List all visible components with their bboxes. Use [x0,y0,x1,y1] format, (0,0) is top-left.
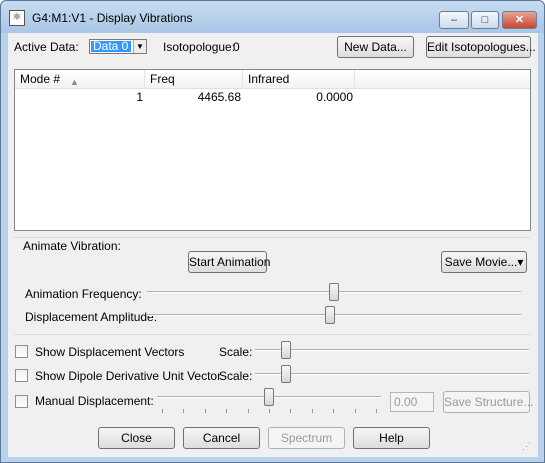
column-header-freq[interactable]: Freq [145,70,243,89]
isotopologue-value: 0 [233,40,240,54]
table-row[interactable]: 1 4465.68 0.0000 [15,89,530,106]
dipole-scale-slider[interactable] [281,365,292,383]
animation-frequency-label: Animation Frequency: [25,287,142,301]
slider-tick [290,409,292,413]
dipole-scale-label: Scale: [219,369,253,383]
cell-mode: 1 [136,90,143,104]
slider-tick [183,409,185,413]
manual-displacement-label: Manual Displacement: [35,394,154,408]
active-data-value: Data 0 [91,40,131,52]
help-button[interactable]: Help [353,427,430,449]
displacement-scale-slider[interactable] [281,341,292,359]
slider-tick [354,409,356,413]
manual-displacement-value-field[interactable]: 0.00 [390,392,434,412]
slider-tick [204,409,206,413]
new-data-button[interactable]: New Data... [337,36,414,58]
minimize-button[interactable]: – [439,11,469,29]
maximize-button[interactable]: □ [471,11,499,29]
column-header-infrared[interactable]: Infrared [243,70,355,89]
cancel-button[interactable]: Cancel [183,427,260,449]
vibration-modes-table[interactable]: Mode # ▲ Freq Infrared 1 4465.68 0.0000 [14,69,531,231]
show-dipole-derivative-label: Show Dipole Derivative Unit Vector [35,369,222,383]
displacement-scale-label: Scale: [219,345,253,359]
close-window-button[interactable]: ✕ [502,11,537,29]
display-vibrations-window: ⚛ G4:M1:V1 - Display Vibrations – □ ✕ Ac… [0,0,545,463]
displacement-amplitude-slider[interactable] [325,306,336,324]
cell-infrared: 0.0000 [316,90,353,104]
close-button[interactable]: Close [98,427,175,449]
manual-displacement-checkbox[interactable] [15,395,28,408]
divider [14,334,531,335]
slider-tick [333,409,335,413]
slider-tick [226,409,228,413]
isotopologue-label: Isotopologue: [163,40,236,54]
active-data-label: Active Data: [14,40,79,54]
gaussview-app-icon[interactable]: ⚛ [9,10,25,26]
save-movie-button[interactable]: Save Movie...▾ [441,251,527,273]
slider-tick [311,409,313,413]
show-displacement-vectors-checkbox[interactable] [15,345,28,358]
displacement-amplitude-label: Displacement Amplitude: [25,310,158,324]
dialog-client-area: Active Data: Data 0 ▼ Isotopologue: 0 Ne… [8,33,538,457]
slider-tick [162,409,163,413]
spectrum-button[interactable]: Spectrum [268,427,345,449]
table-header: Mode # ▲ Freq Infrared [15,70,530,89]
title-bar[interactable]: ⚛ G4:M1:V1 - Display Vibrations – □ ✕ [1,1,544,33]
manual-displacement-slider[interactable] [264,388,274,406]
slider-tick [376,409,377,413]
window-title: G4:M1:V1 - Display Vibrations [32,11,193,25]
column-header-mode-label: Mode # [20,72,61,86]
divider [14,237,531,238]
save-structure-button[interactable]: Save Structure... [443,391,533,413]
column-header-mode[interactable]: Mode # ▲ [15,70,145,89]
animation-frequency-slider[interactable] [329,283,339,301]
resize-grip-icon[interactable]: ⋰ [522,441,531,452]
start-animation-button[interactable]: Start Animation [188,251,270,273]
show-displacement-vectors-label: Show Displacement Vectors [35,345,185,359]
slider-tick [247,409,249,413]
edit-isotopologues-button[interactable]: Edit Isotopologues... [426,36,536,58]
slider-tick [269,409,270,413]
animate-vibration-label: Animate Vibration: [23,239,121,253]
cell-freq: 4465.68 [197,90,241,104]
active-data-select[interactable]: Data 0 ▼ [89,39,147,54]
show-dipole-derivative-checkbox[interactable] [15,369,28,382]
dipole-scale-track[interactable] [255,373,529,375]
chevron-down-icon[interactable]: ▼ [133,40,146,53]
displacement-scale-track[interactable] [255,349,529,351]
